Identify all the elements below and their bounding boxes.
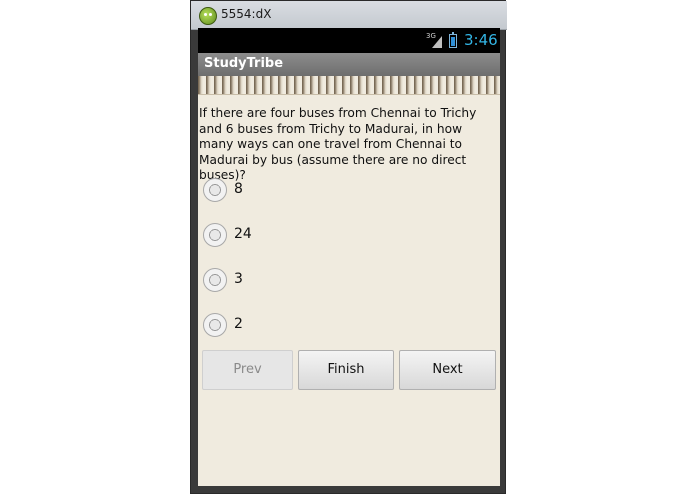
answer-option[interactable]: 24 bbox=[203, 223, 483, 253]
app-title: StudyTribe bbox=[204, 56, 284, 71]
question-text: If there are four buses from Chennai to … bbox=[199, 106, 477, 182]
radio-button[interactable] bbox=[203, 313, 227, 337]
option-label: 24 bbox=[234, 226, 252, 242]
next-button[interactable]: Next bbox=[399, 350, 496, 390]
status-bar: 3G 3:46 bbox=[198, 28, 500, 53]
prev-button[interactable]: Prev bbox=[202, 350, 293, 390]
option-label: 2 bbox=[234, 316, 243, 332]
finish-button[interactable]: Finish bbox=[298, 350, 394, 390]
option-label: 8 bbox=[234, 181, 243, 197]
answer-option[interactable]: 8 bbox=[203, 178, 483, 208]
option-label: 3 bbox=[234, 271, 243, 287]
notebook-spiral bbox=[198, 76, 500, 95]
answer-option[interactable]: 3 bbox=[203, 268, 483, 298]
window-title: 5554:dX bbox=[221, 7, 272, 21]
radio-button[interactable] bbox=[203, 178, 227, 202]
battery-icon bbox=[449, 32, 457, 48]
phone-screen: 3G 3:46 StudyTribe If there are four bus… bbox=[198, 28, 500, 486]
app-title-bar: StudyTribe bbox=[198, 53, 500, 76]
radio-button[interactable] bbox=[203, 223, 227, 247]
signal-icon: 3G bbox=[426, 32, 442, 48]
answer-option[interactable]: 2 bbox=[203, 313, 483, 343]
status-clock: 3:46 bbox=[464, 31, 498, 49]
radio-button[interactable] bbox=[203, 268, 227, 292]
window-titlebar[interactable]: 5554:dX bbox=[191, 1, 507, 30]
android-robot-icon bbox=[199, 7, 217, 25]
